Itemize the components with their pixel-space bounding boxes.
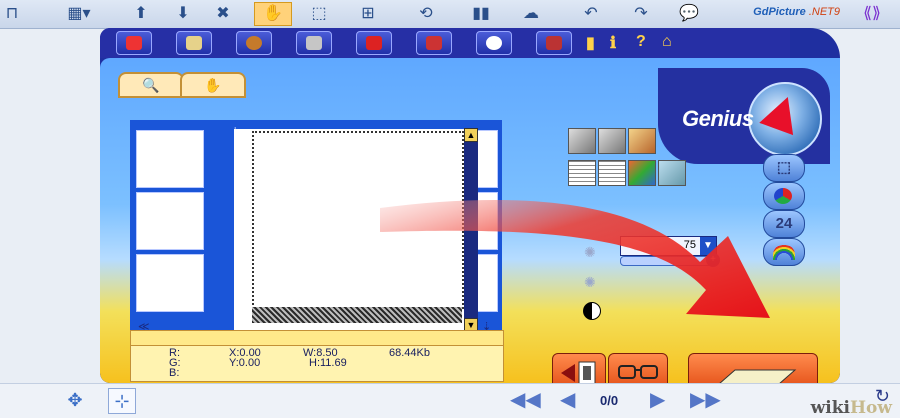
move-icon[interactable]: ✥ xyxy=(62,388,88,412)
fit-page-icon[interactable]: ⊹ xyxy=(108,388,136,414)
bottom-toolbar: ✥ ⊹ ◀◀ ◀ 0/0 ▶ ▶▶ ↻ wikiHow xyxy=(0,383,900,418)
last-page-icon[interactable]: ▶▶ xyxy=(690,390,721,410)
first-page-icon[interactable]: ◀◀ xyxy=(510,390,541,410)
previous-page-icon[interactable]: ◀ xyxy=(560,390,575,410)
page-indicator: 0/0 xyxy=(600,393,619,408)
tutorial-arrow-icon xyxy=(380,199,770,318)
next-page-icon[interactable]: ▶ xyxy=(650,390,665,410)
wikihow-watermark: wikiHow xyxy=(810,398,892,418)
